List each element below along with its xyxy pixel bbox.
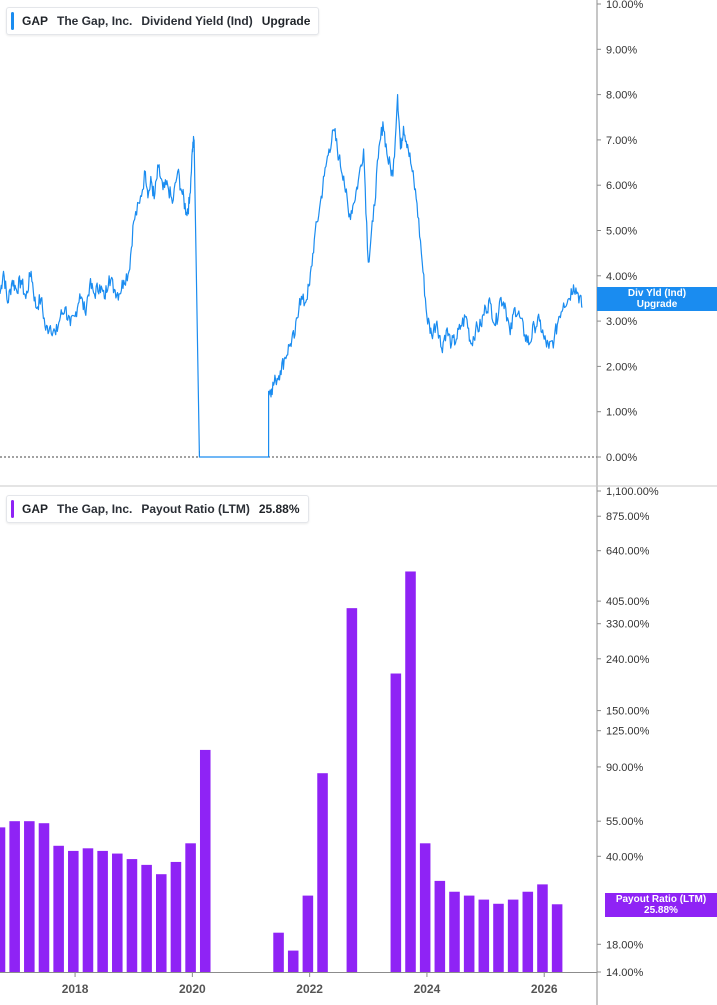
y-tick-label: 55.00% [606,816,644,828]
payout-tag-value: 25.88% [644,905,678,916]
bottom-legend[interactable]: GAP The Gap, Inc. Payout Ratio (LTM) 25.… [6,495,309,523]
y-tick-label: 125.00% [606,726,650,738]
yield-tag-label: Div Yld (Ind) [627,288,687,299]
x-tick-label: 2026 [531,982,558,996]
payout-bar [0,827,6,972]
legend-company: The Gap, Inc. [57,14,133,28]
yield-series [0,94,583,458]
payout-tag-label: Payout Ratio (LTM) [615,894,707,905]
payout-bar [199,749,211,972]
payout-bar [9,821,20,972]
payout-bar [185,843,196,972]
y-tick-label: 150.00% [606,706,650,718]
payout-bar [112,853,123,972]
payout-bar [419,843,431,972]
y-tick-label: 40.00% [606,851,644,863]
payout-axis-tag: Payout Ratio (LTM) 25.88% [605,893,717,917]
y-tick-label: 6.00% [606,180,637,192]
y-tick-label: 0.00% [606,452,637,464]
y-tick-label: 875.00% [606,511,650,523]
payout-bar [273,932,284,972]
payout-bar [405,571,416,972]
payout-bar [287,950,299,972]
payout-bar [170,861,182,972]
y-tick-label: 4.00% [606,271,637,283]
legend-ticker: GAP [22,14,49,28]
y-tick-label: 405.00% [606,596,650,608]
x-tick-label: 2024 [414,982,441,996]
legend-metric: Dividend Yield (Ind) [141,14,253,28]
payout-bar [126,859,138,972]
y-tick-label: 9.00% [606,44,637,56]
y-tick-label: 14.00% [606,967,644,979]
payout-bar [522,891,534,972]
payout-bar [346,608,358,972]
legend-metric: Payout Ratio (LTM) [141,502,250,516]
y-tick-label: 3.00% [606,316,637,328]
payout-series [0,571,563,972]
y-tick-label: 1,100.00% [606,486,659,498]
y-tick-label: 2.00% [606,361,637,373]
yield-line [0,94,583,458]
y-tick-label: 5.00% [606,226,637,238]
yield-tag-value: Upgrade [636,299,678,310]
payout-bar [463,895,475,972]
payout-bar [82,848,94,972]
y-tick-label: 330.00% [606,619,650,631]
y-tick-label: 640.00% [606,546,650,558]
payout-bar [53,845,64,972]
top-y-axis: 0.00% 1.00% 2.00% 3.00% 4.00% 5.00% 6.00% 7.00%… [0,0,644,464]
payout-bar [493,903,504,972]
payout-bar [155,874,167,972]
y-tick-label: 90.00% [606,762,644,774]
payout-bar [449,891,460,972]
payout-bar [24,821,35,972]
payout-bar [302,895,314,972]
x-tick-label: 2020 [179,982,206,996]
x-tick-label: 2022 [296,982,323,996]
payout-bar [434,880,446,972]
top-legend[interactable]: GAP The Gap, Inc. Dividend Yield (Ind) U… [6,7,320,35]
payout-bar [38,823,50,972]
payout-bar [551,904,563,972]
y-tick-label: 18.00% [606,939,644,951]
payout-bar [537,884,548,972]
payout-bar [141,864,152,972]
legend-value: 25.88% [258,502,300,516]
x-tick-label: 2018 [62,982,89,996]
y-tick-label: 7.00% [606,135,637,147]
y-tick-label: 10.00% [606,0,644,11]
payout-bar [317,773,328,972]
legend-swatch-yield [11,12,14,30]
payout-bar [478,899,490,972]
x-axis: 2018 2020 2022 2024 2026 [62,972,558,996]
y-tick-label: 240.00% [606,654,650,666]
y-tick-label: 1.00% [606,407,637,419]
legend-ticker: GAP [22,502,49,516]
payout-bar [507,899,519,972]
payout-bar [68,850,79,972]
y-tick-label: 8.00% [606,90,637,102]
yield-axis-tag: Div Yld (Ind) Upgrade [597,287,717,311]
payout-bar [390,673,402,972]
payout-bar [97,850,108,972]
legend-company: The Gap, Inc. [57,502,133,516]
legend-swatch-payout [11,500,14,518]
legend-value[interactable]: Upgrade [262,14,311,28]
